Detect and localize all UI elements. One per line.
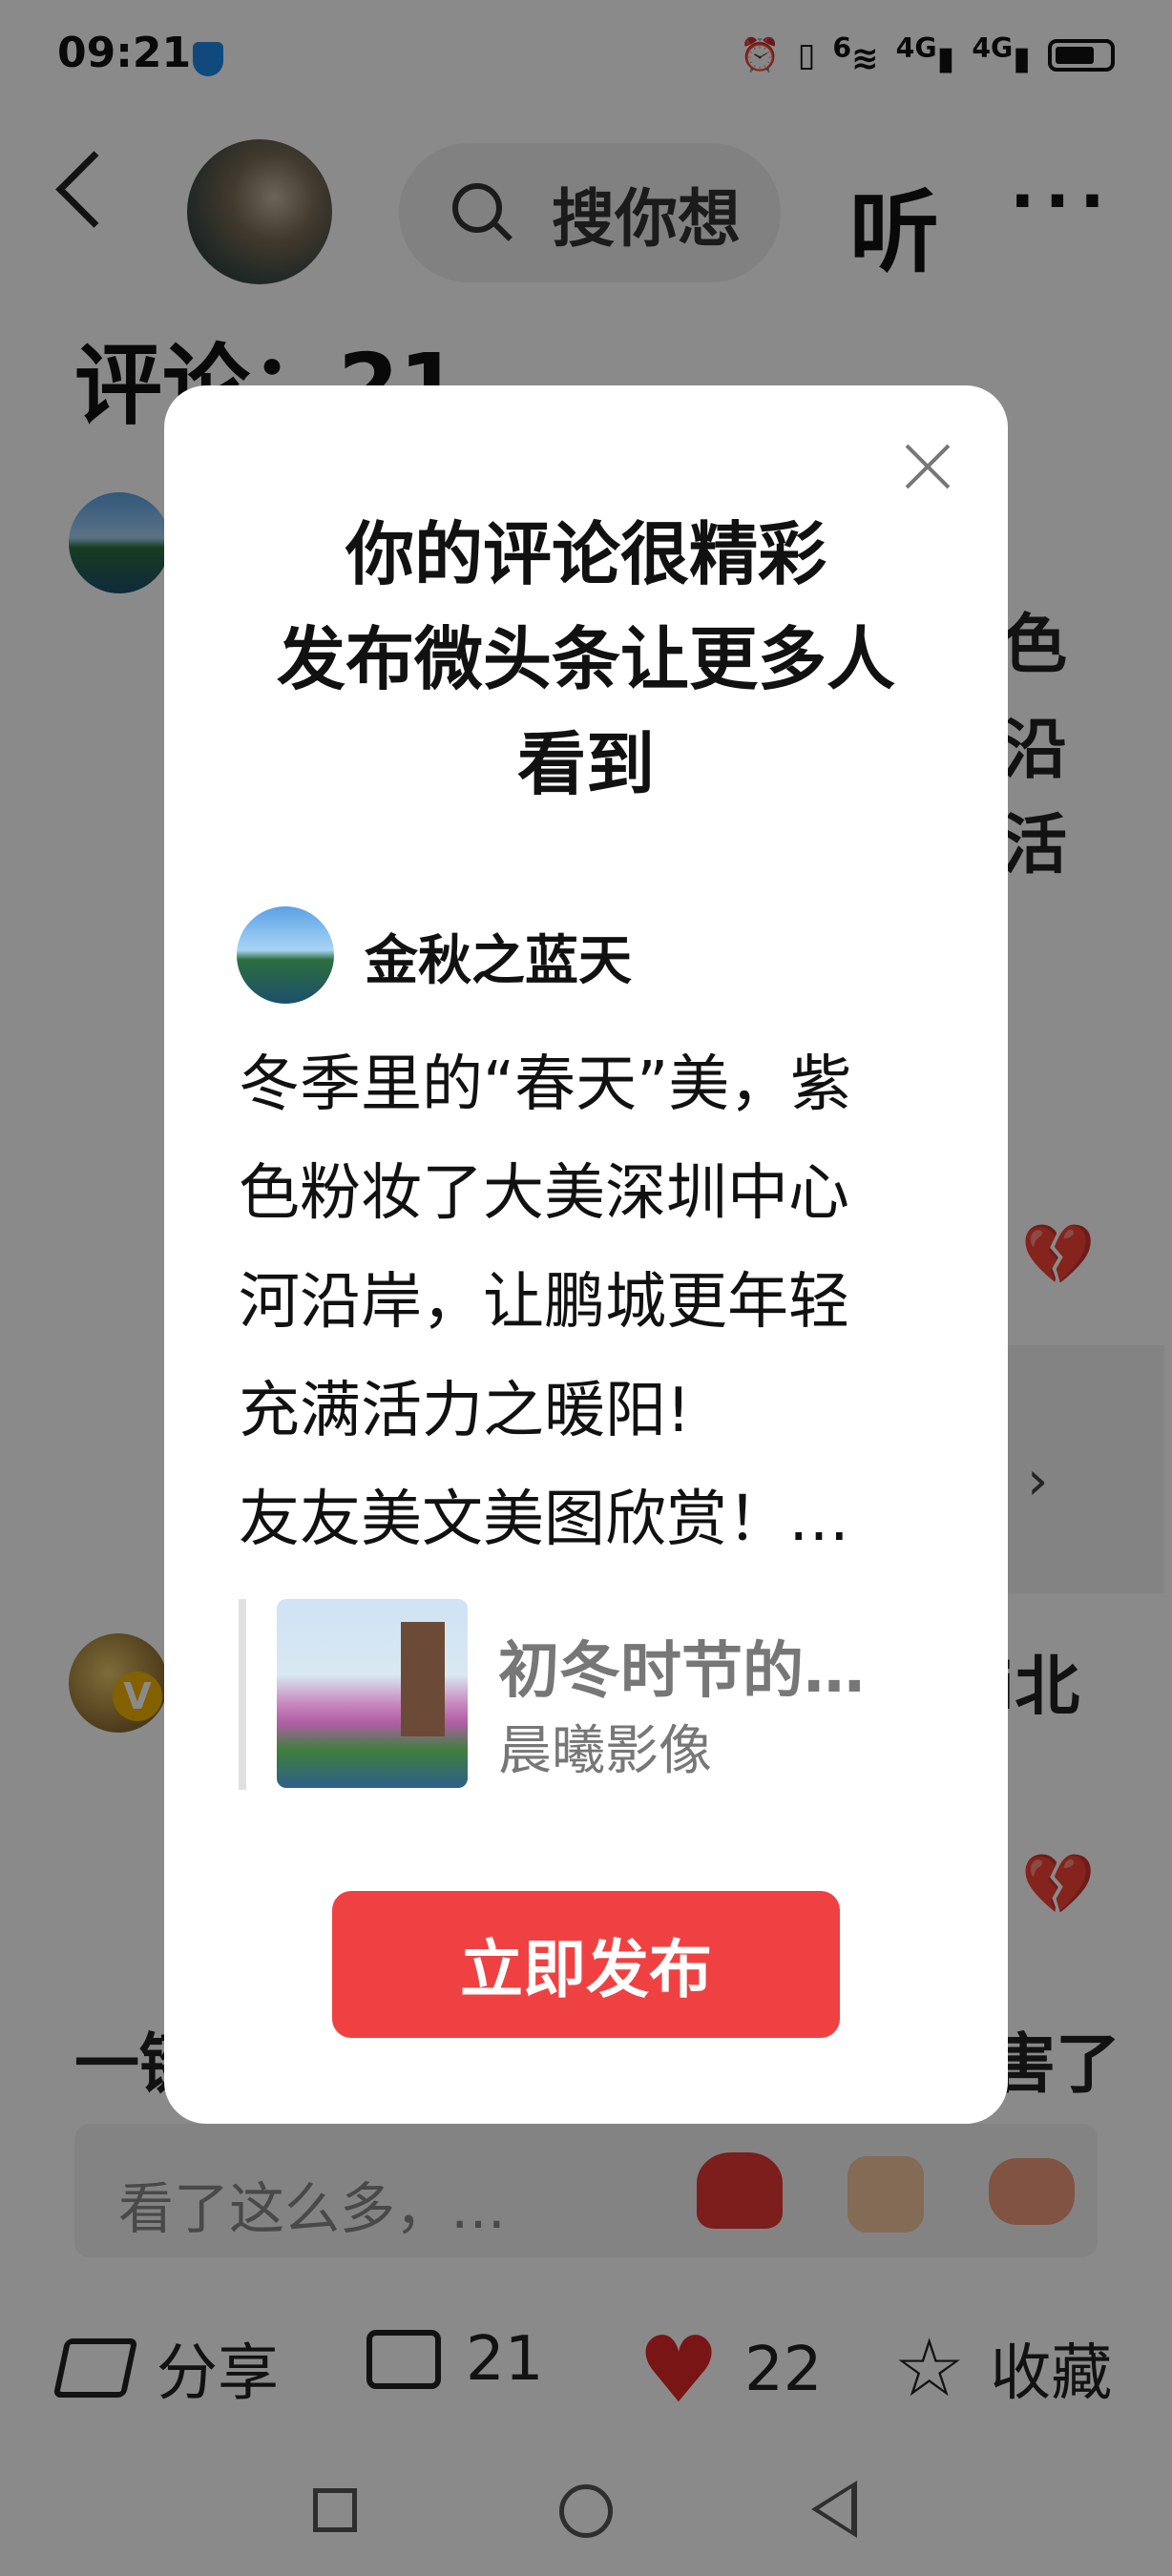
post-text-line: 充满活力之暖阳!: [239, 1376, 691, 1446]
article-title: 初冬时节的…: [498, 1636, 865, 1707]
post-text-line: 冬季里的“春天”美，紫: [239, 1049, 852, 1120]
modal-title-line: 看到: [516, 724, 655, 804]
close-icon[interactable]: [905, 443, 951, 488]
post-text-line: 友友美文美图欣赏！…: [239, 1485, 849, 1555]
modal-title: 你的评论很精彩 发布微头条让更多人 看到: [164, 502, 1008, 817]
publish-button[interactable]: 立即发布: [332, 1891, 840, 2038]
quote-bar: [239, 1599, 246, 1790]
modal-title-line: 你的评论很精彩: [345, 514, 827, 594]
windmill-image: [401, 1622, 445, 1736]
modal-title-line: 发布微头条让更多人: [276, 619, 895, 699]
post-text: 冬季里的“春天”美，紫 色粉妆了大美深圳中心 河沿岸，让鹏城更年轻 充满活力之暖…: [239, 1030, 926, 1574]
post-text-line: 色粉妆了大美深圳中心: [239, 1158, 849, 1229]
article-source: 晨曦影像: [498, 1720, 712, 1782]
modal-user-avatar: [237, 906, 334, 1004]
modal-username: 金秋之蓝天: [365, 930, 632, 992]
post-text-line: 河沿岸，让鹏城更年轻: [239, 1267, 849, 1338]
